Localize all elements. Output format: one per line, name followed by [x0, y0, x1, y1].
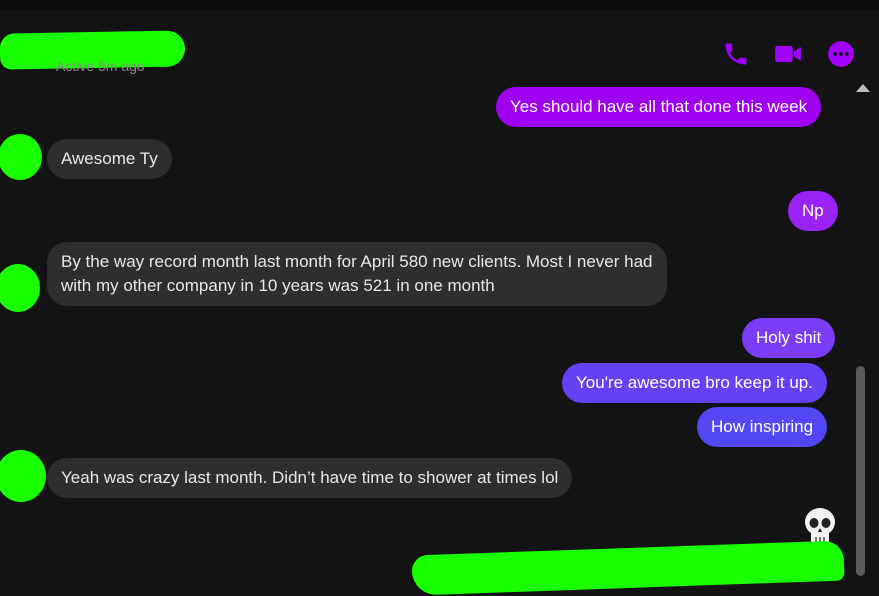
message-text: You're awesome bro keep it up.	[576, 373, 813, 392]
video-icon[interactable]	[774, 40, 802, 68]
message-text: Yes should have all that done this week	[510, 97, 808, 116]
message-bubble-in[interactable]: Yeah was crazy last month. Didn’t have t…	[47, 458, 573, 498]
message-bubble-out[interactable]: Holy shit	[742, 318, 836, 358]
window-top-strip	[0, 0, 879, 10]
message-text: Awesome Ty	[61, 149, 158, 168]
contact-avatar-redaction	[0, 450, 46, 502]
message-bubble-in[interactable]: Awesome Ty	[47, 139, 172, 179]
message-text: Holy shit	[756, 328, 822, 347]
message-bubble-in[interactable]: By the way record month last month for A…	[47, 242, 667, 306]
message-text: Np	[802, 201, 824, 220]
scroll-up-arrow-icon[interactable]	[856, 84, 870, 92]
phone-icon[interactable]	[722, 40, 750, 68]
bottom-redaction	[411, 540, 845, 596]
active-status: Active 5m ago	[56, 58, 145, 74]
scroll-thumb[interactable]	[856, 366, 865, 576]
message-bubble-out[interactable]: Np	[788, 191, 838, 231]
message-bubble-out[interactable]: You're awesome bro keep it up.	[562, 363, 827, 403]
more-icon[interactable]	[827, 40, 855, 68]
message-bubble-out[interactable]: Yes should have all that done this week	[496, 87, 822, 127]
contact-avatar-redaction	[0, 134, 42, 180]
chat-header: Active 5m ago	[0, 10, 879, 74]
message-text: How inspiring	[711, 417, 814, 436]
message-scrollbar[interactable]	[852, 78, 872, 576]
contact-avatar-redaction	[0, 264, 40, 312]
message-text: Yeah was crazy last month. Didn’t have t…	[61, 468, 559, 487]
message-text-line: with my other company in 10 years was 52…	[61, 276, 495, 295]
message-text-line: By the way record month last month for A…	[61, 252, 653, 271]
message-bubble-out[interactable]: How inspiring	[697, 407, 828, 447]
